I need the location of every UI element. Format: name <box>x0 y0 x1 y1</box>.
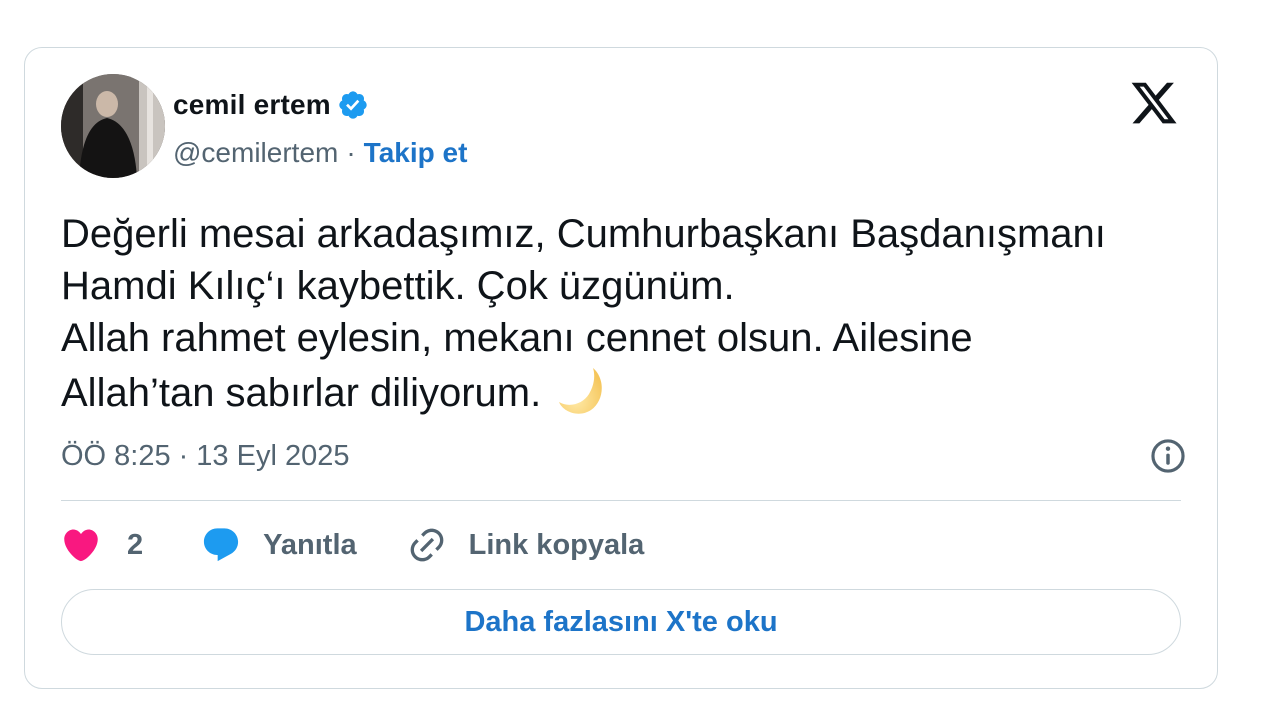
info-icon[interactable] <box>1149 437 1187 475</box>
author-handle-row: @cemilertem · Takip et <box>173 134 467 172</box>
tweet-line-last: Allah’tan sabırlar diliyorum. <box>61 364 1181 419</box>
tweet-line: Hamdi Kılıç‘ı kaybettik. Çok üzgünüm. <box>61 264 735 308</box>
tweet-time: ÖÖ 8:25 <box>61 439 171 472</box>
like-count: 2 <box>127 528 144 561</box>
tweet-line: Allah rahmet eylesin, mekanı cennet olsu… <box>61 316 973 360</box>
read-more-button[interactable]: Daha fazlasını X'te oku <box>61 589 1181 655</box>
meta-separator: · <box>178 439 189 472</box>
embedded-tweet-card: cemil ertem @cemilertem · Takip et Değer… <box>24 47 1218 689</box>
link-icon <box>407 525 447 565</box>
x-logo-icon[interactable] <box>1129 78 1179 128</box>
tweet-line: Değerli mesai arkadaşımız, Cumhurbaşkanı… <box>61 212 1106 256</box>
like-button[interactable]: 2 <box>61 525 143 565</box>
follow-button[interactable]: Takip et <box>364 137 468 169</box>
heart-icon <box>61 525 101 565</box>
tweet-timestamp[interactable]: ÖÖ 8:25 · 13 Eyl 2025 <box>61 436 349 476</box>
avatar[interactable] <box>61 74 165 178</box>
author-display-name[interactable]: cemil ertem <box>173 89 331 121</box>
tweet-text: Değerli mesai arkadaşımız, Cumhurbaşkanı… <box>61 208 1181 419</box>
divider <box>61 500 1181 501</box>
copy-link-label: Link kopyala <box>468 528 645 561</box>
reply-label: Yanıtla <box>263 528 357 561</box>
tweet-actions: 2 Yanıtla Link kopyala <box>61 522 644 568</box>
author-handle[interactable]: @cemilertem <box>173 137 338 169</box>
copy-link-button[interactable]: Link kopyala <box>407 525 645 565</box>
author-name-row: cemil ertem <box>173 84 369 126</box>
tweet-line-text: Allah’tan sabırlar diliyorum. <box>61 371 542 415</box>
crescent-moon-icon <box>555 364 607 416</box>
verified-badge-icon <box>337 89 369 121</box>
reply-bubble-icon <box>201 525 241 565</box>
handle-separator: · <box>346 137 356 168</box>
reply-button[interactable]: Yanıtla <box>201 525 357 565</box>
avatar-image <box>61 74 165 178</box>
tweet-date: 13 Eyl 2025 <box>196 439 350 472</box>
